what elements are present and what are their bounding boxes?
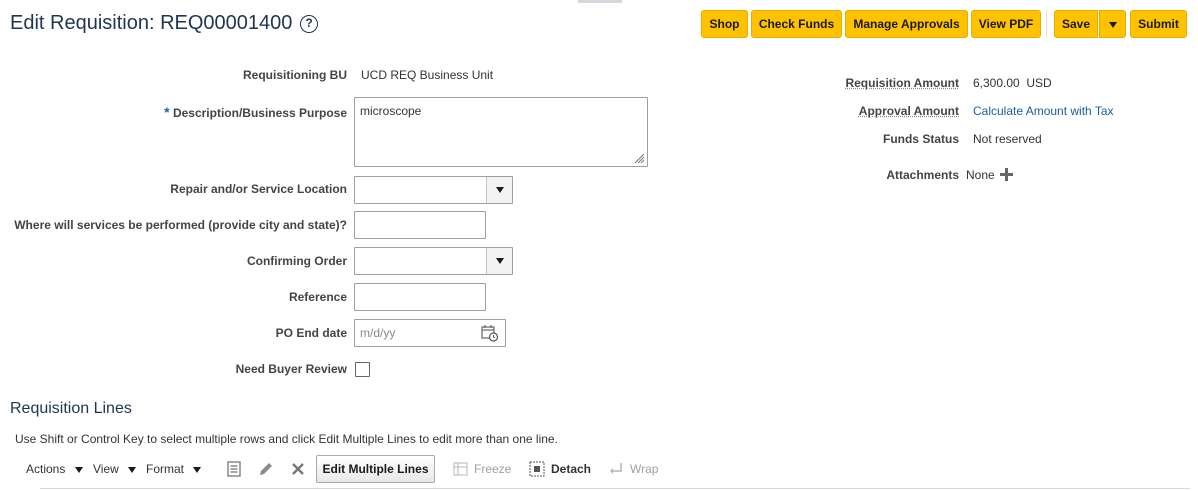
repair-location-select[interactable] bbox=[354, 176, 513, 204]
reference-label: Reference bbox=[288, 290, 347, 304]
chevron-down-icon bbox=[495, 257, 504, 264]
plus-icon[interactable] bbox=[1000, 168, 1013, 181]
actions-menu[interactable]: Actions bbox=[26, 462, 83, 476]
freeze-button: Freeze bbox=[474, 462, 512, 476]
check-funds-button[interactable]: Check Funds bbox=[751, 10, 842, 38]
chevron-down-icon bbox=[495, 186, 504, 193]
manage-approvals-button[interactable]: Manage Approvals bbox=[845, 10, 968, 38]
edit-multiple-lines-button[interactable]: Edit Multiple Lines bbox=[316, 455, 435, 483]
question-circle-icon[interactable]: ? bbox=[300, 15, 318, 33]
confirming-order-select[interactable] bbox=[354, 247, 513, 275]
requisition-amount-number: 6,300.00 bbox=[973, 76, 1020, 90]
description-label: * Description/Business Purpose bbox=[164, 104, 347, 120]
format-menu-label: Format bbox=[146, 462, 185, 476]
detach-icon[interactable] bbox=[529, 461, 545, 477]
calendar-icon[interactable] bbox=[481, 324, 499, 342]
reference-input[interactable] bbox=[354, 283, 486, 311]
chevron-down-icon bbox=[193, 466, 202, 473]
calculate-amount-with-tax-link[interactable]: Calculate Amount with Tax bbox=[973, 104, 1114, 118]
confirming-order-label: Confirming Order bbox=[246, 254, 347, 268]
approval-amount-label: Approval Amount bbox=[858, 104, 959, 118]
description-label-text: Description/Business Purpose bbox=[172, 106, 347, 120]
requisition-amount-label: Requisition Amount bbox=[845, 76, 959, 90]
view-menu-label: View bbox=[93, 462, 119, 476]
need-buyer-review-checkbox[interactable] bbox=[355, 362, 370, 377]
edit-pencil-icon[interactable] bbox=[257, 460, 275, 478]
details-icon[interactable] bbox=[225, 460, 243, 478]
attachments-label: Attachments bbox=[886, 168, 959, 182]
shop-button[interactable]: Shop bbox=[701, 10, 748, 38]
save-button[interactable]: Save bbox=[1054, 10, 1098, 38]
funds-status-label: Funds Status bbox=[882, 132, 959, 146]
services-location-input[interactable] bbox=[354, 211, 486, 239]
dropdown-button[interactable] bbox=[486, 177, 512, 203]
funds-status-value: Not reserved bbox=[973, 132, 1042, 146]
services-location-label: Where will services be performed (provid… bbox=[14, 218, 347, 232]
requisition-amount-value: 6,300.00 USD bbox=[973, 76, 1052, 90]
description-field[interactable]: microscope bbox=[354, 97, 648, 167]
po-end-date-placeholder: m/d/yy bbox=[360, 326, 396, 340]
delete-x-icon[interactable] bbox=[289, 460, 307, 478]
wrap-icon bbox=[610, 463, 622, 474]
detach-button[interactable]: Detach bbox=[551, 462, 591, 476]
view-menu[interactable]: View bbox=[93, 462, 137, 476]
view-pdf-button[interactable]: View PDF bbox=[971, 10, 1041, 38]
toolbar-divider bbox=[1046, 10, 1047, 38]
submit-button[interactable]: Submit bbox=[1130, 10, 1187, 38]
section-title: Requisition Lines bbox=[10, 400, 132, 417]
chevron-down-icon bbox=[1108, 21, 1117, 28]
instructions-text: Use Shift or Control Key to select multi… bbox=[15, 432, 558, 446]
freeze-icon bbox=[453, 462, 468, 476]
po-end-date-label: PO End date bbox=[275, 326, 347, 340]
description-value: microscope bbox=[360, 104, 422, 118]
format-menu[interactable]: Format bbox=[146, 462, 202, 476]
repair-location-label: Repair and/or Service Location bbox=[170, 182, 347, 196]
save-menu-button[interactable] bbox=[1099, 10, 1126, 38]
po-end-date-input[interactable]: m/d/yy bbox=[354, 319, 506, 347]
need-buyer-review-label: Need Buyer Review bbox=[235, 362, 347, 376]
page-title: Edit Requisition: REQ00001400 bbox=[10, 12, 293, 34]
requisition-amount-currency: USD bbox=[1026, 76, 1052, 90]
top-tab-indicator bbox=[578, 0, 622, 3]
attachments-value: None bbox=[966, 168, 995, 182]
table-top-border bbox=[40, 488, 1190, 489]
wrap-button: Wrap bbox=[630, 462, 659, 476]
resize-grip-icon[interactable] bbox=[633, 152, 645, 164]
chevron-down-icon bbox=[74, 466, 83, 473]
requisitioning-bu-value: UCD REQ Business Unit bbox=[361, 68, 494, 82]
required-marker: * bbox=[164, 104, 170, 120]
actions-menu-label: Actions bbox=[26, 462, 66, 476]
chevron-down-icon bbox=[128, 466, 137, 473]
dropdown-button[interactable] bbox=[486, 248, 512, 274]
requisitioning-bu-label: Requisitioning BU bbox=[243, 68, 347, 82]
